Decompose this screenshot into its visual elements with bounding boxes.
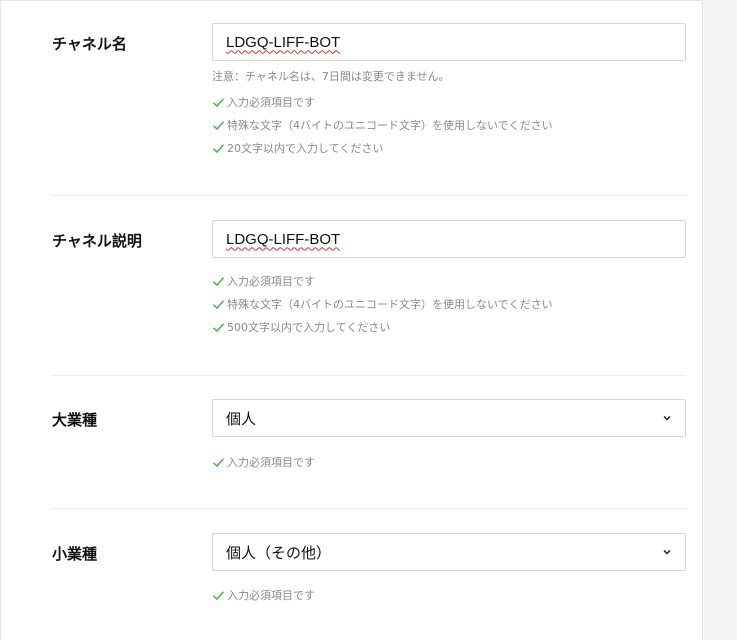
minor-industry-selected-value: 個人（その他） [226,544,332,562]
rule-text: 入力必須項目です [227,456,315,469]
section-divider [52,375,686,376]
channel-description-value: LDGQ-LIFF-BOT [226,230,341,248]
major-industry-select[interactable]: 個人 [212,399,686,437]
channel-name-note: 注意：チャネル名は、7日間は変更できません。 [212,70,450,83]
channel-name-label: チャネル名 [52,35,127,53]
rule-text: 入力必須項目です [227,589,315,602]
major-industry-rule-required: 入力必須項目です [212,454,315,470]
rule-text: 500文字以内で入力してください [227,321,391,334]
check-icon [212,457,225,467]
check-icon [212,120,225,130]
section-divider [52,195,686,196]
major-industry-selected-value: 個人 [226,410,257,428]
minor-industry-select[interactable]: 個人（その他） [212,533,686,571]
check-icon [212,590,225,600]
major-industry-label: 大業種 [52,411,98,429]
check-icon [212,299,225,309]
rule-text: 入力必須項目です [227,275,315,288]
channel-description-rule-required: 入力必須項目です [212,273,315,289]
channel-description-rule-length: 500文字以内で入力してください [212,319,390,335]
minor-industry-label: 小業種 [52,545,98,563]
check-icon [212,276,225,286]
minor-industry-rule-required: 入力必須項目です [212,587,315,603]
check-icon [212,97,225,107]
channel-name-rule-no-special: 特殊な文字（4バイトのユニコード文字）を使用しないでください [212,117,553,133]
rule-text: 20文字以内で入力してください [227,142,384,155]
channel-name-value: LDGQ-LIFF-BOT [226,33,341,51]
rule-text: 特殊な文字（4バイトのユニコード文字）を使用しないでください [227,298,553,311]
channel-settings-form: チャネル名 LDGQ-LIFF-BOT 注意：チャネル名は、7日間は変更できませ… [0,0,703,640]
rule-text: 特殊な文字（4バイトのユニコード文字）を使用しないでください [227,119,553,132]
channel-description-label: チャネル説明 [52,232,142,250]
channel-name-rule-required: 入力必須項目です [212,94,315,110]
channel-name-input[interactable]: LDGQ-LIFF-BOT [212,23,686,61]
channel-description-input[interactable]: LDGQ-LIFF-BOT [212,220,686,258]
channel-name-rule-length: 20文字以内で入力してください [212,140,383,156]
section-divider [52,508,686,509]
rule-text: 入力必須項目です [227,96,315,109]
check-icon [212,143,225,153]
chevron-down-icon [663,415,671,421]
check-icon [212,322,225,332]
chevron-down-icon [663,549,671,555]
channel-description-rule-no-special: 特殊な文字（4バイトのユニコード文字）を使用しないでください [212,296,553,312]
